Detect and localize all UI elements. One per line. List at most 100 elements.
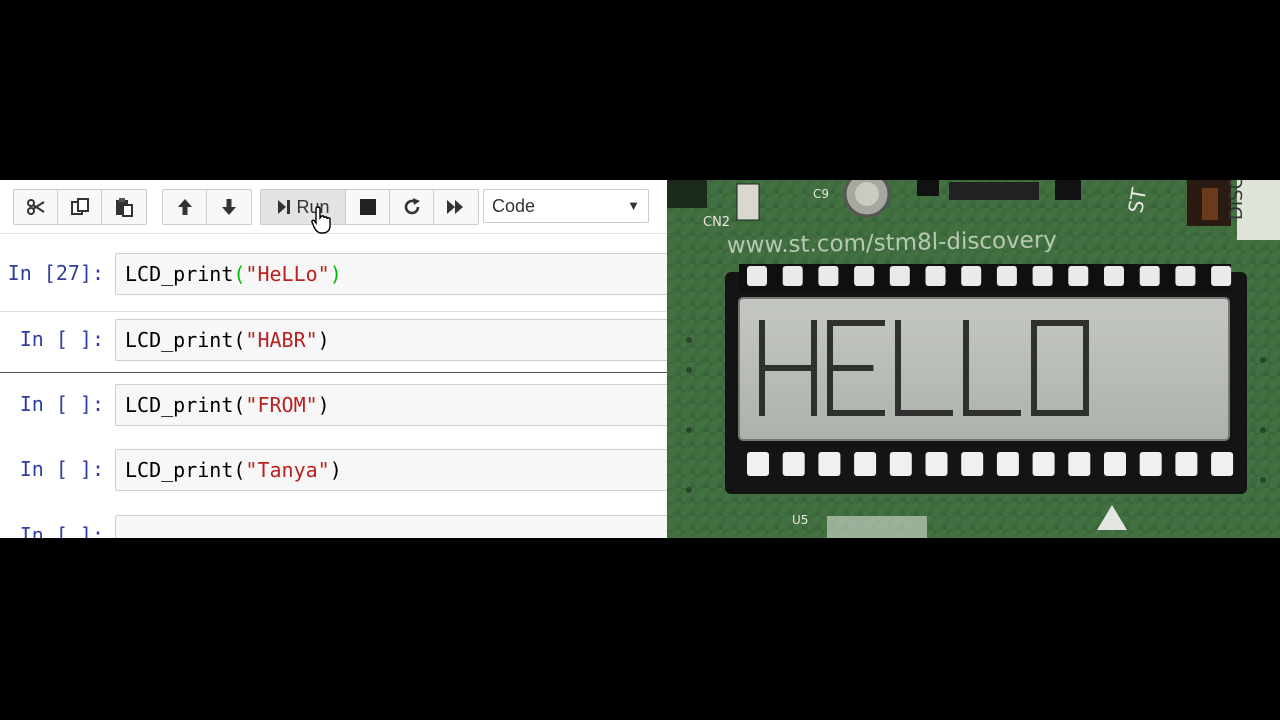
stop-icon [359, 198, 377, 216]
lcd-pin [854, 266, 875, 286]
lcd-pin [747, 452, 769, 476]
cell-type-select[interactable]: Code ▼ [483, 189, 649, 223]
hand-cursor-icon [311, 205, 337, 240]
lcd-pin [782, 452, 805, 476]
open-paren: ( [233, 458, 246, 482]
cell-input[interactable]: LCD_print("Tanya") [115, 449, 667, 491]
lcd-segment [963, 410, 1021, 416]
lcd-pin [889, 452, 912, 476]
lcd-segment [1031, 320, 1037, 416]
cell-type-value: Code [492, 195, 536, 216]
lcd-pin [854, 452, 877, 476]
lcd-pin [889, 266, 910, 286]
lcd-pin [1068, 452, 1091, 476]
open-paren: ( [233, 328, 246, 352]
cell-func: LCD_print [125, 262, 234, 286]
move-down-icon [218, 196, 240, 218]
lcd-pin [961, 452, 984, 476]
lcd-segment [827, 410, 885, 416]
lcd-pin [925, 266, 946, 286]
jupyter-notebook: Run Code ▼ In [27]: LCD_print("HeLLo") I… [0, 180, 667, 538]
lcd-pin [1032, 266, 1053, 286]
copy-button[interactable] [58, 190, 102, 224]
cell-input[interactable]: LCD_print("FROM") [115, 384, 667, 426]
run-icon [276, 198, 292, 216]
close-paren: ) [317, 328, 330, 352]
lcd-pin [1211, 266, 1232, 286]
cell-prompt: In [ ]: [19, 523, 104, 538]
u5-silkscreen: U5 [792, 513, 808, 527]
lcd-segment [827, 365, 874, 371]
cell-arg: "HABR" [245, 328, 318, 352]
video-frame: Run Code ▼ In [27]: LCD_print("HeLLo") I… [0, 180, 1280, 538]
cell-prompt: In [ ]: [19, 327, 104, 351]
chevron-down-icon: ▼ [627, 198, 640, 213]
board-photo: DISCO ST CN2 C9 www.st.com/stm8l-discove… [667, 180, 1280, 538]
cell-prompt: In [ ]: [19, 457, 104, 481]
lcd-pin [1139, 266, 1160, 286]
close-paren: ) [329, 262, 342, 286]
interrupt-button[interactable] [346, 190, 390, 224]
c9-silkscreen: C9 [813, 187, 829, 201]
lcd-pin [818, 266, 839, 286]
move-down-button[interactable] [207, 190, 251, 224]
cut-button[interactable] [14, 190, 58, 224]
lcd-segment [963, 320, 969, 416]
lcd-pin [1175, 266, 1196, 286]
cell-arg: "Tanya" [245, 458, 330, 482]
lcd-pin [925, 452, 948, 476]
cell-func: LCD_print [125, 328, 234, 352]
cell-input[interactable]: LCD_print("HeLLo") [115, 253, 667, 295]
close-paren: ) [317, 393, 330, 417]
cell-input[interactable]: LCD_print("HABR") [115, 319, 667, 361]
open-paren: ( [233, 393, 246, 417]
lcd-segment [895, 410, 953, 416]
lcd-segment [895, 320, 901, 416]
code-cell[interactable]: In [ ]: LCD_print("FROM") [0, 374, 667, 436]
edit-button-group [13, 189, 147, 225]
lcd-pin [996, 266, 1017, 286]
st-silkscreen: ST [1123, 185, 1151, 214]
cell-input[interactable] [115, 515, 667, 538]
cell-prompt: In [ ]: [19, 392, 104, 416]
disco-silkscreen: DISCO [1226, 180, 1247, 220]
cell-prompt: In [27]: [7, 261, 104, 285]
lcd-pin [1104, 266, 1124, 286]
lcd-pin [747, 266, 767, 286]
lcd-pin [782, 266, 803, 286]
lcd-pin [1104, 452, 1126, 476]
lcd-segment [827, 320, 885, 326]
cell-arg: "FROM" [245, 393, 318, 417]
stm8l-discovery-board: DISCO ST CN2 C9 www.st.com/stm8l-discove… [667, 180, 1280, 538]
code-cell[interactable]: In [ ]: LCD_print("HABR") [0, 309, 667, 371]
move-up-icon [174, 196, 196, 218]
copy-icon [69, 196, 91, 218]
lcd-segment [1031, 320, 1089, 326]
lcd-segment [1031, 410, 1089, 416]
paste-button[interactable] [102, 190, 146, 224]
lcd-segment [1083, 320, 1089, 416]
restart-icon [401, 196, 423, 218]
code-cell-empty[interactable]: In [ ]: [0, 505, 667, 538]
close-paren: ) [329, 458, 342, 482]
lcd-pin [961, 266, 982, 286]
run-all-icon [445, 196, 467, 218]
lcd-pin [1032, 452, 1055, 476]
lcd-pin [1211, 452, 1234, 476]
code-cell-selected[interactable]: In [27]: LCD_print("HeLLo") [0, 243, 667, 305]
code-cell[interactable]: In [ ]: LCD_print("Tanya") [0, 439, 667, 501]
run-all-button[interactable] [434, 190, 478, 224]
lcd-pin [1139, 452, 1162, 476]
cell-arg: "HeLLo" [245, 262, 330, 286]
lcd-pin [1068, 266, 1089, 286]
restart-button[interactable] [390, 190, 434, 224]
cell-func: LCD_print [125, 458, 234, 482]
paste-icon [113, 196, 135, 218]
lcd-pin [818, 452, 841, 476]
lcd-pin [996, 452, 1019, 476]
cut-icon [25, 196, 47, 218]
open-paren: ( [233, 262, 246, 286]
lcd-segment [759, 365, 817, 371]
move-button-group [162, 189, 252, 225]
move-up-button[interactable] [163, 190, 207, 224]
